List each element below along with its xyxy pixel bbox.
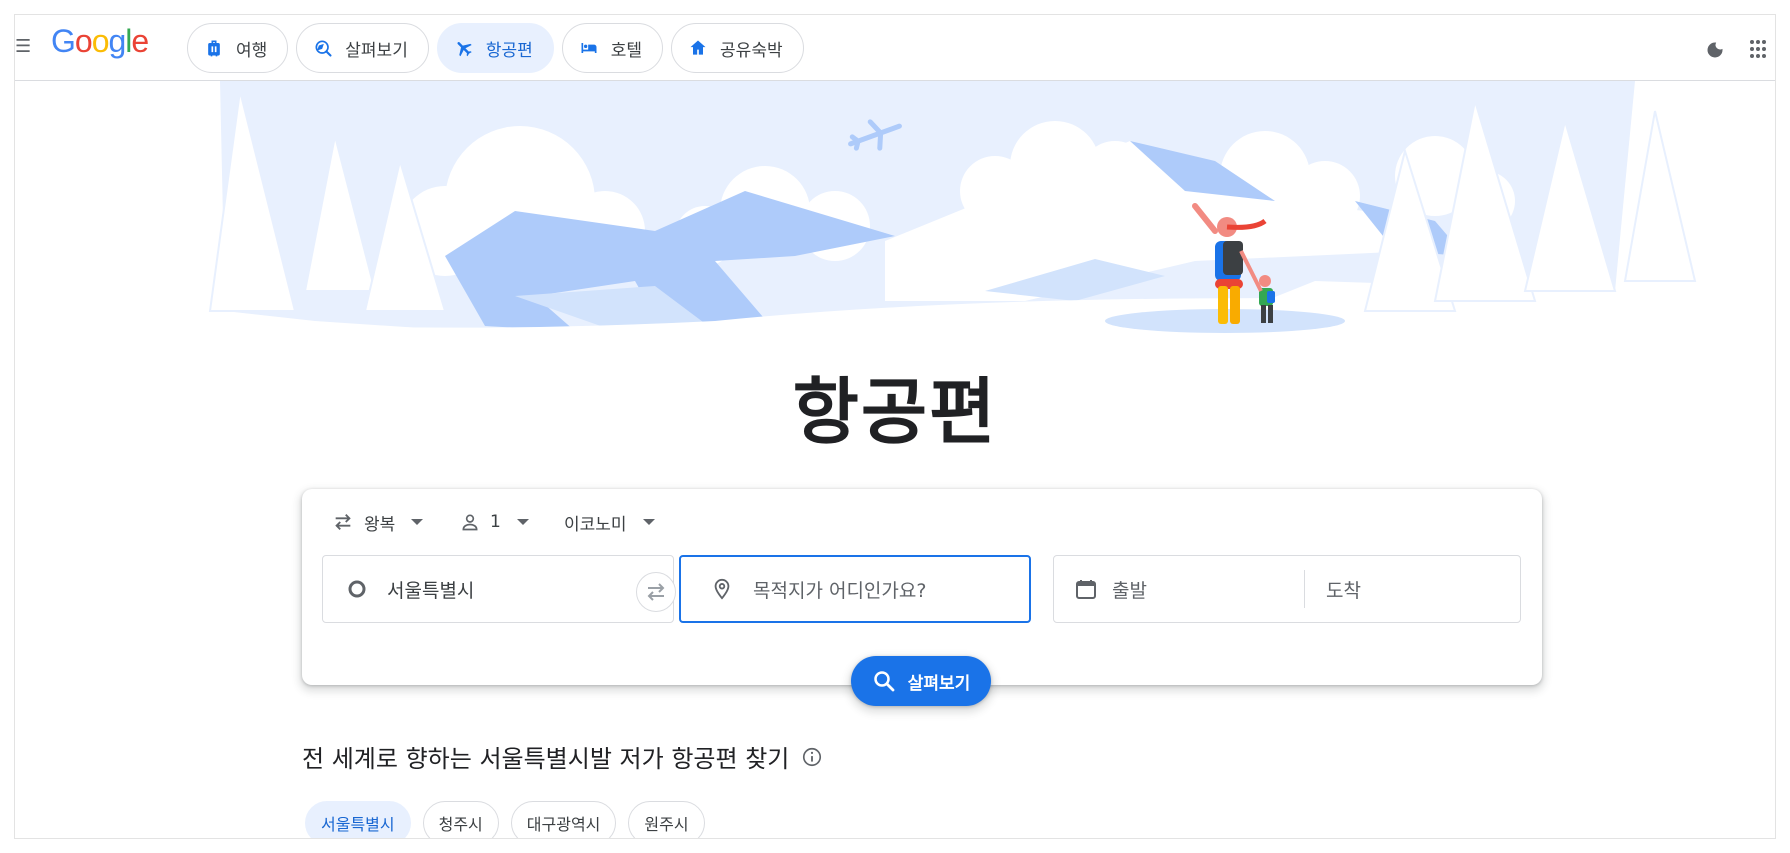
origin-field[interactable]: 서울특별시: [322, 555, 674, 623]
main-menu-icon[interactable]: ☰: [15, 37, 31, 55]
top-app-bar: ☰ Google 여행 살펴보기 항공편 호텔 공유숙박: [15, 15, 1775, 81]
date-divider: [1304, 570, 1305, 608]
tab-travel[interactable]: 여행: [187, 23, 289, 73]
passengers-select[interactable]: 1: [460, 507, 529, 537]
swap-origin-destination-button[interactable]: [636, 572, 676, 612]
calendar-icon: [1076, 580, 1096, 599]
info-icon[interactable]: [801, 746, 823, 768]
tab-label: 호텔: [610, 40, 643, 61]
tab-flights[interactable]: 항공편: [436, 23, 554, 73]
trip-type-value: 왕복: [364, 514, 396, 535]
search-button[interactable]: 살펴보기: [851, 656, 991, 706]
explore-icon: [315, 40, 332, 57]
home-icon: [690, 40, 706, 55]
tab-label: 공유숙박: [720, 40, 783, 61]
cabin-class-select[interactable]: 이코노미: [564, 507, 655, 537]
location-pin-icon: [714, 578, 730, 600]
flight-icon: [457, 42, 472, 57]
google-apps-icon[interactable]: [1749, 39, 1767, 59]
city-chip[interactable]: 서울특별시: [305, 801, 411, 838]
person-icon: [462, 514, 478, 531]
city-chip-list: 서울특별시 청주시 대구광역시 원주시: [305, 801, 705, 838]
passengers-value: 1: [490, 512, 501, 532]
explore-heading-text: 전 세계로 향하는 서울특별시발 저가 항공편 찾기: [302, 745, 790, 773]
destination-placeholder: 목적지가 어디인가요?: [753, 579, 927, 602]
search-icon: [873, 671, 895, 692]
trip-type-select[interactable]: 왕복: [332, 507, 424, 537]
return-date-placeholder[interactable]: 도착: [1326, 576, 1361, 603]
google-logo[interactable]: Google: [51, 23, 149, 60]
browser-viewport: ☰ Google 여행 살펴보기 항공편 호텔 공유숙박 항공편 왕복 1 이코…: [15, 15, 1775, 838]
city-chip[interactable]: 대구광역시: [510, 801, 617, 838]
date-range-field[interactable]: 출발 도착: [1053, 555, 1521, 623]
tab-explore[interactable]: 살펴보기: [296, 23, 429, 73]
tab-label: 항공편: [485, 40, 533, 61]
search-button-label: 살펴보기: [907, 673, 971, 694]
origin-value: 서울특별시: [387, 579, 475, 602]
city-chip[interactable]: 청주시: [422, 801, 499, 838]
chevron-down-icon: [642, 519, 655, 525]
chevron-down-icon: [516, 519, 529, 525]
cabin-class-value: 이코노미: [564, 514, 627, 535]
hero-illustration: [15, 81, 1775, 391]
tab-vacation-rentals[interactable]: 공유숙박: [671, 23, 804, 73]
explore-heading: 전 세계로 향하는 서울특별시발 저가 항공편 찾기: [302, 739, 823, 774]
swap-arrows-icon: [335, 514, 351, 530]
swap-icon: [647, 583, 665, 601]
destination-field[interactable]: 목적지가 어디인가요?: [679, 555, 1031, 623]
travel-nav-tabs: 여행 살펴보기 항공편 호텔 공유숙박: [187, 15, 804, 81]
tab-label: 살펴보기: [345, 40, 408, 61]
tab-label: 여행: [236, 40, 268, 61]
luggage-icon: [208, 40, 220, 57]
tab-hotels[interactable]: 호텔: [561, 23, 664, 73]
depart-date-placeholder[interactable]: 출발: [1112, 576, 1147, 603]
flight-search-card: 왕복 1 이코노미 서울특별시 목적지가 어디인가요? 출발 도착 살펴보기: [302, 489, 1542, 706]
chevron-down-icon: [411, 519, 424, 525]
city-chip[interactable]: 원주시: [628, 801, 705, 838]
bed-icon: [581, 43, 597, 53]
page-title: 항공편: [792, 370, 998, 454]
dark-mode-icon[interactable]: [1705, 40, 1725, 60]
origin-circle-icon: [348, 580, 366, 598]
